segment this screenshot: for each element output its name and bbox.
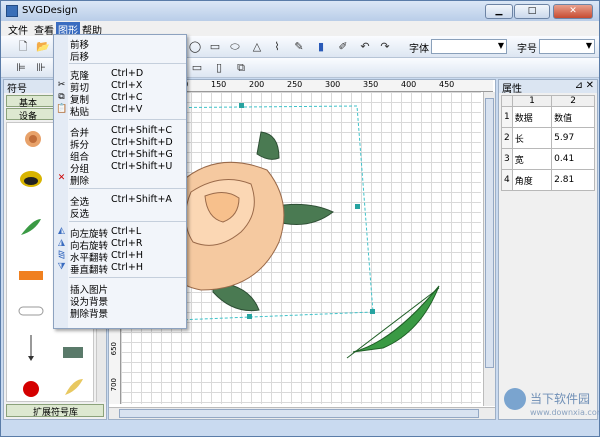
menu-item-group[interactable]: 组合 Ctrl+Shift+G [54, 149, 186, 163]
close-icon[interactable]: ✕ [586, 80, 594, 91]
menu-item-split[interactable]: 拆分 Ctrl+Shift+D [54, 137, 186, 151]
table-row[interactable]: 3 宽 0.41 [501, 148, 595, 170]
align-center-icon[interactable]: ⊪ [33, 60, 49, 76]
rectangle-tool-icon[interactable]: ▭ [207, 39, 223, 55]
ruler-label: 250 [287, 80, 303, 89]
delete-x-icon: ✕ [57, 173, 66, 183]
app-window: SVGDesign ▁ □ ✕ 文件 查看 图形 帮助 🗋 📂 ◯ ▭ ⬭ △ … [0, 0, 600, 437]
distribute-h-icon[interactable]: ▭ [189, 60, 205, 76]
menu-item-invert-selection[interactable]: 反选 [54, 206, 186, 220]
font-size-label: 字号 [517, 44, 537, 55]
feather-pen-icon[interactable] [65, 379, 83, 395]
extended-symbol-library[interactable]: 扩展符号库 [6, 404, 104, 418]
watermark-url: www.downxia.com [530, 408, 600, 417]
chevron-down-icon: ▼ [585, 41, 592, 50]
open-folder-icon[interactable]: 📂 [35, 39, 51, 55]
flip-vertical-icon: ⧩ [57, 262, 66, 272]
menu-item-paste[interactable]: 📋 粘贴 Ctrl+V [54, 104, 186, 118]
new-file-icon[interactable]: 🗋 [15, 39, 31, 55]
menu-item-send-backward[interactable]: 后移 [54, 49, 186, 63]
copy-icon: ⧉ [58, 92, 65, 102]
ruler-label: 350 [363, 80, 379, 89]
ruler-label: 150 [211, 80, 227, 89]
ruler-label: 300 [325, 80, 341, 89]
column-header: 1 [511, 95, 553, 107]
properties-panel-title: 属性 ⊿ ✕ [499, 80, 597, 95]
redo-icon[interactable]: ↷ [377, 39, 393, 55]
ruler-label: 400 [401, 80, 417, 89]
polygon-tool-icon[interactable]: △ [249, 39, 265, 55]
feather-drawing[interactable] [346, 285, 440, 359]
app-icon [6, 5, 18, 17]
rose-symbol-icon[interactable] [25, 131, 41, 147]
chevron-down-icon: ▼ [497, 41, 504, 50]
menu-file[interactable]: 文件 [6, 22, 30, 37]
green-rect-icon[interactable] [63, 347, 83, 358]
ellipse-tool-icon[interactable]: ◯ [187, 39, 203, 55]
menu-item-flip-horizontal[interactable]: ⧎ 水平翻转 Ctrl+H [54, 250, 186, 264]
rotate-right-icon: ◮ [58, 238, 65, 248]
table-row[interactable]: 1 数据 数值 [501, 106, 595, 128]
shape-menu-dropdown: 前移 后移 克隆 Ctrl+D ✂ 剪切 Ctrl+X ⧉ 复制 Ctrl+C 📋 粘贴 Ct… [53, 34, 187, 329]
table-row[interactable]: 2 长 5.97 [501, 127, 595, 149]
arrow-down-icon[interactable] [28, 335, 34, 361]
font-label: 字体 [409, 44, 429, 55]
menu-item-delete-background[interactable]: 删除背景 [54, 306, 186, 320]
menu-item-clone[interactable]: 克隆 Ctrl+D [54, 68, 186, 82]
rounded-rect-icon[interactable] [18, 306, 44, 316]
rose-drawing[interactable] [163, 131, 334, 312]
path-tool-icon[interactable]: ⌇ [269, 39, 285, 55]
window-title: SVGDesign [22, 5, 78, 16]
column-header: 2 [551, 95, 595, 107]
fill-color-icon[interactable]: ▮ [313, 39, 329, 55]
maximize-button[interactable]: □ [514, 4, 550, 19]
flip-horizontal-icon: ⧎ [57, 250, 66, 260]
scissors-icon: ✂ [57, 80, 66, 90]
same-size-icon[interactable]: ⧉ [233, 60, 249, 76]
watermark-text: 当下软件园 [530, 392, 591, 406]
minimize-button[interactable]: ▁ [485, 4, 513, 19]
menu-item-copy[interactable]: ⧉ 复制 Ctrl+C [54, 92, 186, 106]
font-size-select[interactable]: ▼ [539, 39, 595, 54]
ruler-label: 700 [110, 378, 118, 392]
rotate-left-icon: ◭ [58, 226, 65, 236]
canvas-horizontal-scrollbar[interactable] [109, 407, 495, 419]
menu-item-merge[interactable]: 合并 Ctrl+Shift+C [54, 125, 186, 139]
gradient-bar-icon[interactable] [19, 271, 43, 280]
ruler-label: 650 [110, 342, 118, 356]
properties-table: 12 1 数据 数值 2 长 5.97 3 宽 0.41 4 角度 2.81 [501, 95, 595, 191]
oval-tool-icon[interactable]: ⬭ [227, 39, 243, 55]
pen-tool-icon[interactable]: ✎ [291, 39, 307, 55]
leaf-symbol-icon[interactable] [21, 219, 41, 235]
menu-item-insert-image[interactable]: 插入图片 [54, 282, 186, 296]
menu-item-rotate-left[interactable]: ◭ 向左旋转 Ctrl+L [54, 226, 186, 240]
canvas-vertical-scrollbar[interactable] [483, 92, 495, 406]
menu-item-bring-forward[interactable]: 前移 [54, 37, 186, 51]
table-row[interactable]: 4 角度 2.81 [501, 169, 595, 191]
red-ball-icon[interactable] [23, 381, 39, 397]
menu-item-set-background[interactable]: 设为背景 [54, 294, 186, 308]
properties-panel: 属性 ⊿ ✕ 12 1 数据 数值 2 长 5.97 3 宽 0.41 4 角度 2.81 [498, 79, 598, 420]
menu-item-rotate-right[interactable]: ◮ 向右旋转 Ctrl+R [54, 238, 186, 252]
menu-item-select-all[interactable]: 全选 Ctrl+Shift+A [54, 194, 186, 208]
distribute-v-icon[interactable]: ▯ [211, 60, 227, 76]
helmet-symbol-icon[interactable] [20, 171, 42, 187]
ruler-label: 200 [249, 80, 265, 89]
font-select[interactable]: ▼ [431, 39, 507, 54]
title-bar: SVGDesign ▁ □ ✕ [1, 1, 599, 21]
watermark: 当下软件园 www.downxia.com [504, 386, 599, 432]
align-left-icon[interactable]: ⊫ [13, 60, 29, 76]
menu-item-flip-vertical[interactable]: ⧩ 垂直翻转 Ctrl+H [54, 262, 186, 276]
undo-icon[interactable]: ↶ [357, 39, 373, 55]
menu-item-cut[interactable]: ✂ 剪切 Ctrl+X [54, 80, 186, 94]
close-button[interactable]: ✕ [553, 4, 593, 19]
stroke-color-icon[interactable]: ✐ [335, 39, 351, 55]
pin-icon[interactable]: ⊿ [575, 80, 583, 91]
menu-item-ungroup[interactable]: 分组 Ctrl+Shift+U [54, 161, 186, 175]
menu-item-delete[interactable]: ✕ 删除 [54, 173, 186, 187]
paste-icon: 📋 [56, 104, 68, 114]
ruler-label: 450 [439, 80, 455, 89]
